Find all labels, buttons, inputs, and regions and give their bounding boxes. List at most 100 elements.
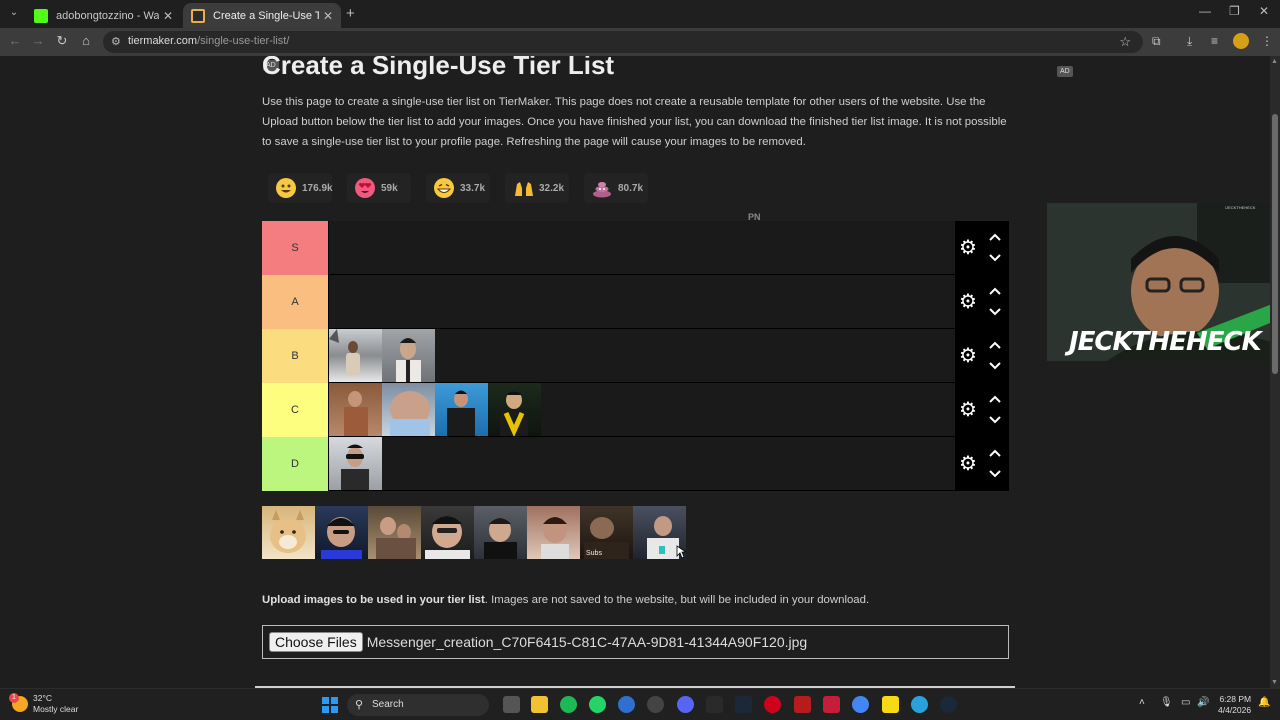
- reaction-grinning[interactable]: 176.9k: [268, 173, 333, 203]
- pool-image[interactable]: [633, 506, 686, 559]
- reaction-raised-hands[interactable]: 32.2k: [505, 173, 569, 203]
- app-b-icon[interactable]: [794, 696, 811, 713]
- tier-label[interactable]: C: [262, 383, 329, 437]
- chrome-icon[interactable]: [852, 696, 869, 713]
- address-bar[interactable]: ⚙ tiermaker.com/single-use-tier-list/ ☆: [103, 31, 1143, 53]
- file-input[interactable]: Choose Files Messenger_creation_C70F6415…: [262, 625, 1009, 659]
- restore-icon[interactable]: ❐: [1229, 4, 1240, 18]
- app-gray-icon[interactable]: [647, 696, 664, 713]
- chevron-down-icon[interactable]: [988, 361, 1002, 371]
- tier-drop-zone[interactable]: [329, 329, 955, 382]
- task-view-icon[interactable]: [503, 696, 520, 713]
- tray-overflow-icon[interactable]: ˄: [1139, 697, 1145, 708]
- media-control-icon[interactable]: ≡: [1211, 34, 1218, 48]
- tier-item-image[interactable]: [435, 383, 488, 436]
- reaction-poop[interactable]: 80.7k: [584, 173, 648, 203]
- pool-image[interactable]: Subs: [580, 506, 633, 559]
- app-red-icon[interactable]: [764, 696, 781, 713]
- chevron-down-icon[interactable]: [988, 415, 1002, 425]
- tier-label[interactable]: D: [262, 437, 329, 491]
- steam-tray-icon[interactable]: [940, 696, 957, 713]
- chevron-up-icon[interactable]: [988, 232, 1002, 242]
- close-tab-icon[interactable]: ✕: [163, 9, 173, 23]
- tier-drop-zone[interactable]: [329, 275, 955, 328]
- page-scrollbar[interactable]: ▲ ▼: [1270, 56, 1280, 688]
- spotify-icon[interactable]: [560, 696, 577, 713]
- chevron-up-icon[interactable]: [988, 394, 1002, 404]
- notification-bell-icon[interactable]: 🔔: [1258, 697, 1270, 708]
- tier-drop-zone[interactable]: [329, 221, 955, 274]
- microphone-icon[interactable]: 🎙: [1160, 697, 1173, 708]
- tab-kick[interactable]: adobongtozzino - Watch the V ✕: [26, 3, 181, 28]
- clock[interactable]: 6:28 PM 4/4/2026: [1218, 694, 1251, 716]
- telegram-icon[interactable]: [911, 696, 928, 713]
- scroll-up-icon[interactable]: ▲: [1271, 58, 1278, 65]
- pool-image[interactable]: [262, 506, 315, 559]
- epic-games-icon[interactable]: [706, 696, 723, 713]
- gear-icon[interactable]: ⚙: [959, 400, 977, 420]
- volume-icon[interactable]: 🔊: [1197, 697, 1209, 708]
- reload-icon[interactable]: ↻: [53, 33, 71, 49]
- tab-search-icon[interactable]: ⌄: [6, 5, 22, 21]
- ad-badge-right[interactable]: AD: [1057, 66, 1073, 77]
- tab-tiermaker[interactable]: Create a Single-Use Tier List (P ✕: [183, 3, 341, 28]
- display-icon[interactable]: ▭: [1181, 697, 1190, 708]
- new-tab-plus-icon[interactable]: +: [346, 5, 355, 22]
- tier-label[interactable]: S: [262, 221, 329, 275]
- reaction-heart-eyes[interactable]: 59k: [347, 173, 411, 203]
- chevron-up-icon[interactable]: [988, 286, 1002, 296]
- profile-avatar[interactable]: [1233, 33, 1249, 49]
- close-window-icon[interactable]: ✕: [1259, 4, 1269, 18]
- tier-item-image[interactable]: [382, 329, 435, 382]
- tier-drop-zone[interactable]: [329, 383, 955, 436]
- gear-icon[interactable]: ⚙: [959, 454, 977, 474]
- extensions-icon[interactable]: ⧉: [1152, 34, 1161, 49]
- chevron-up-icon[interactable]: [988, 448, 1002, 458]
- downloads-icon[interactable]: ⤓: [1187, 34, 1192, 49]
- tier-drop-zone[interactable]: [329, 437, 955, 490]
- close-tab-icon[interactable]: ✕: [323, 9, 333, 23]
- home-icon[interactable]: ⌂: [77, 33, 95, 48]
- taskbar-search[interactable]: ⚲ Search: [347, 694, 489, 716]
- reaction-laughing[interactable]: 33.7k: [426, 173, 490, 203]
- scroll-thumb[interactable]: [1272, 114, 1278, 374]
- scroll-down-icon[interactable]: ▼: [1271, 679, 1278, 686]
- minimize-icon[interactable]: —: [1199, 4, 1211, 18]
- weather-widget[interactable]: 1 32°C Mostly clear: [9, 693, 78, 715]
- chevron-down-icon[interactable]: [988, 307, 1002, 317]
- gear-icon[interactable]: ⚙: [959, 346, 977, 366]
- file-explorer-icon[interactable]: [531, 696, 548, 713]
- tier-item-image[interactable]: [329, 383, 382, 436]
- chevron-down-icon[interactable]: [988, 469, 1002, 479]
- sticky-notes-icon[interactable]: [882, 696, 899, 713]
- pool-image[interactable]: [368, 506, 421, 559]
- pool-image[interactable]: [315, 506, 368, 559]
- menu-kebab-icon[interactable]: ⋮: [1261, 34, 1273, 48]
- site-info-icon[interactable]: ⚙: [111, 35, 121, 48]
- chevron-down-icon[interactable]: [988, 253, 1002, 263]
- pool-image[interactable]: [421, 506, 474, 559]
- tier-item-image[interactable]: [488, 383, 541, 436]
- windows-start-icon[interactable]: [322, 697, 338, 713]
- pool-image[interactable]: [527, 506, 580, 559]
- whatsapp-icon[interactable]: [589, 696, 606, 713]
- tier-label[interactable]: A: [262, 275, 329, 329]
- gear-icon[interactable]: ⚙: [959, 292, 977, 312]
- bookmark-star-icon[interactable]: ☆: [1119, 34, 1131, 50]
- app-blue-icon[interactable]: [618, 696, 635, 713]
- back-arrow-icon[interactable]: ←: [6, 33, 24, 48]
- steam-icon[interactable]: [735, 696, 752, 713]
- tier-item-image[interactable]: [382, 383, 435, 436]
- app-a-icon[interactable]: [823, 696, 840, 713]
- forward-arrow-icon[interactable]: →: [29, 33, 47, 48]
- tier-label[interactable]: B: [262, 329, 329, 383]
- tier-item-image[interactable]: [329, 329, 382, 382]
- pool-image[interactable]: [474, 506, 527, 559]
- tier-item-image[interactable]: [329, 437, 382, 490]
- chevron-up-icon[interactable]: [988, 340, 1002, 350]
- url-text[interactable]: tiermaker.com/single-use-tier-list/: [128, 35, 289, 47]
- discord-icon[interactable]: [677, 696, 694, 713]
- date: 4/4/2026: [1218, 705, 1252, 715]
- choose-files-button[interactable]: Choose Files: [269, 632, 363, 652]
- gear-icon[interactable]: ⚙: [959, 238, 977, 258]
